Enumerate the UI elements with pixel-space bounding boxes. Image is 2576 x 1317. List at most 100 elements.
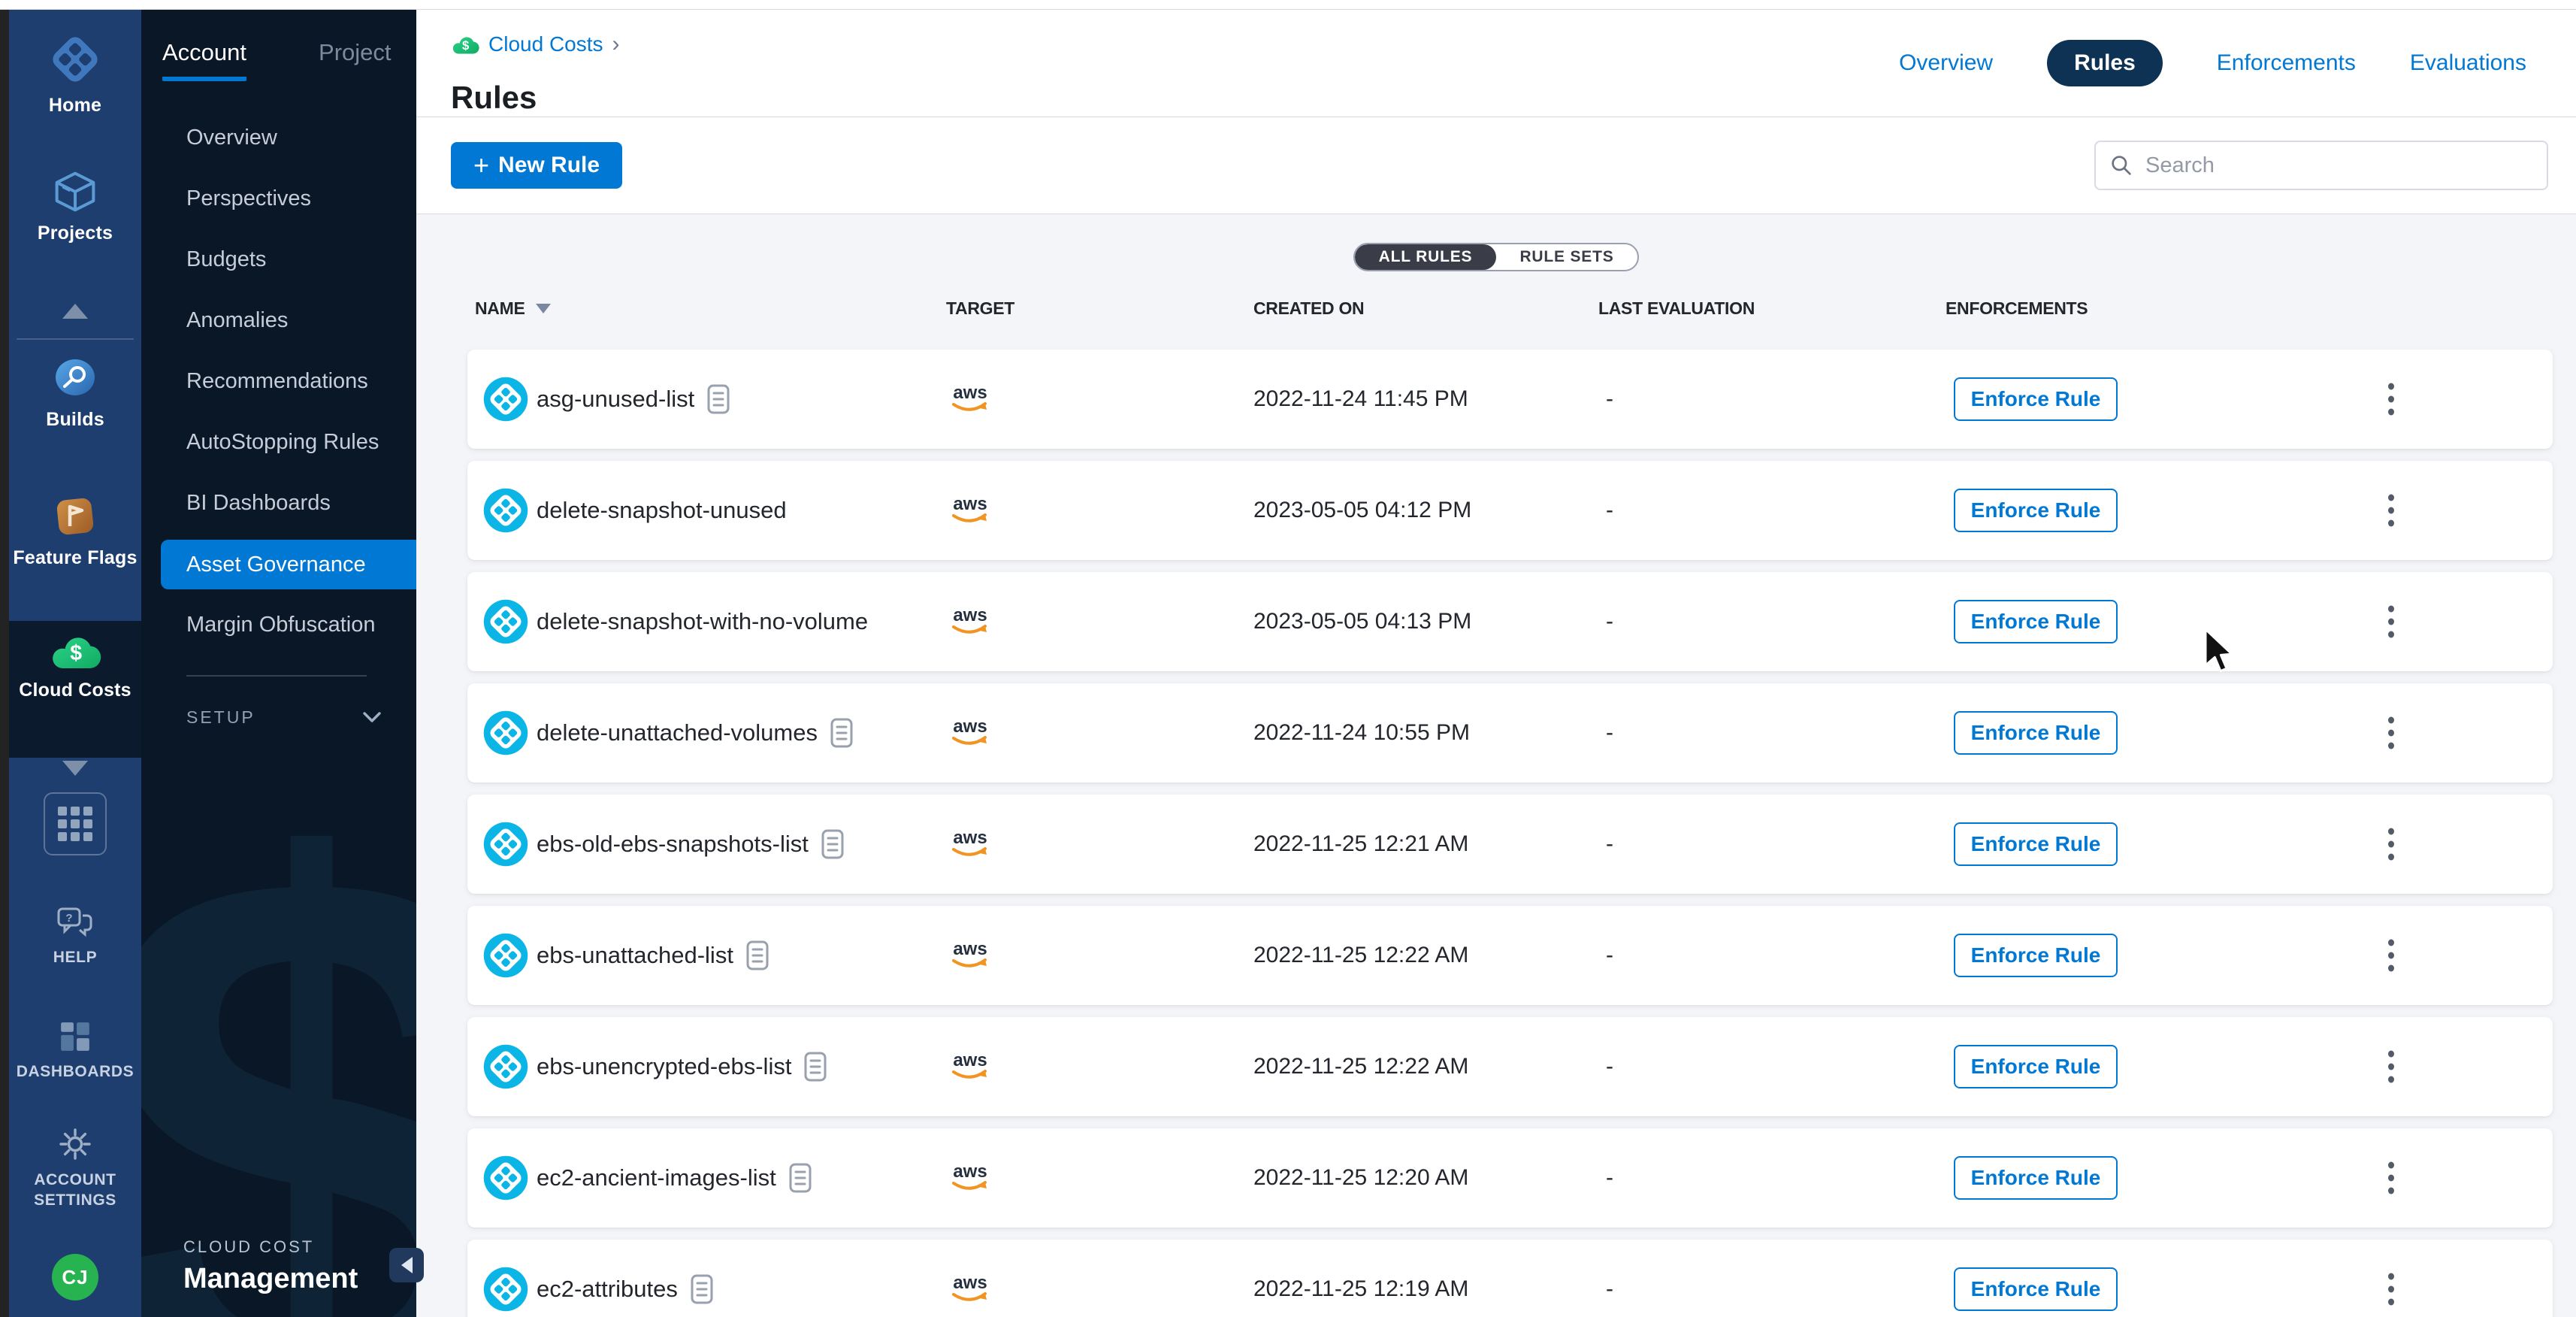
- rule-name[interactable]: ebs-old-ebs-snapshots-list: [537, 831, 809, 858]
- rule-name[interactable]: ec2-attributes: [537, 1276, 678, 1303]
- rule-icon: [482, 1266, 529, 1312]
- collapse-nav-button[interactable]: [389, 1248, 424, 1282]
- row-menu-button[interactable]: [2376, 828, 2406, 861]
- rule-icon: [482, 598, 529, 645]
- enforce-rule-button[interactable]: Enforce Rule: [1954, 822, 2118, 866]
- tab-rules[interactable]: Rules: [2047, 40, 2163, 86]
- rail-scroll-down-icon[interactable]: [62, 761, 88, 776]
- aws-logo-icon: aws: [946, 938, 994, 973]
- nav-item-asset-governance[interactable]: Asset Governance: [161, 540, 416, 589]
- rule-name[interactable]: delete-snapshot-with-no-volume: [537, 608, 868, 635]
- description-icon[interactable]: [706, 383, 730, 415]
- row-menu-button[interactable]: [2376, 940, 2406, 972]
- sidebar-item-builds[interactable]: Builds: [9, 353, 141, 431]
- row-menu-button[interactable]: [2376, 495, 2406, 527]
- row-menu-button[interactable]: [2376, 1051, 2406, 1083]
- nav-item-overview[interactable]: Overview: [141, 107, 416, 168]
- rail-scroll-up-icon[interactable]: [62, 304, 88, 319]
- rule-name[interactable]: ebs-unattached-list: [537, 942, 733, 969]
- nav-item-recommendations[interactable]: Recommendations: [141, 351, 416, 412]
- sidebar-item-account-settings[interactable]: ACCOUNT SETTINGS: [9, 1126, 141, 1211]
- rule-row[interactable]: asg-unused-list aws 2022-11-24: [467, 350, 2553, 449]
- nav-item-budgets[interactable]: Budgets: [141, 229, 416, 290]
- rule-row[interactable]: delete-unattached-volumes aws 2: [467, 683, 2553, 783]
- module-picker-button[interactable]: [44, 792, 107, 855]
- tab-account[interactable]: Account: [162, 39, 246, 81]
- rule-name[interactable]: ebs-unencrypted-ebs-list: [537, 1053, 791, 1080]
- tab-enforcements[interactable]: Enforcements: [2217, 50, 2356, 76]
- chevron-left-icon: [401, 1257, 413, 1273]
- last-evaluation-value: -: [1606, 1276, 1613, 1302]
- description-icon[interactable]: [803, 1051, 827, 1082]
- enforce-rule-button[interactable]: Enforce Rule: [1954, 1156, 2118, 1200]
- svg-text:?: ?: [65, 912, 72, 925]
- enforce-rule-button[interactable]: Enforce Rule: [1954, 377, 2118, 421]
- description-icon[interactable]: [788, 1162, 812, 1194]
- enforce-rule-button[interactable]: Enforce Rule: [1954, 600, 2118, 643]
- toggle-all-rules[interactable]: ALL RULES: [1355, 244, 1496, 270]
- rule-row[interactable]: ec2-ancient-images-list aws 202: [467, 1128, 2553, 1228]
- nav-item-bi-dashboards[interactable]: BI Dashboards: [141, 473, 416, 534]
- page-tabs: Overview Rules Enforcements Evaluations: [1899, 9, 2526, 117]
- svg-text:$: $: [70, 641, 82, 665]
- enforce-rule-button[interactable]: Enforce Rule: [1954, 1045, 2118, 1088]
- svg-text:aws: aws: [953, 939, 987, 959]
- enforce-rule-button[interactable]: Enforce Rule: [1954, 1267, 2118, 1311]
- breadcrumb-link[interactable]: Cloud Costs: [488, 32, 603, 56]
- rule-row[interactable]: ebs-unencrypted-ebs-list aws 20: [467, 1017, 2553, 1116]
- row-menu-button[interactable]: [2376, 606, 2406, 638]
- description-icon[interactable]: [821, 828, 845, 860]
- new-rule-button[interactable]: + New Rule: [451, 142, 622, 189]
- description-icon[interactable]: [690, 1273, 714, 1305]
- rule-row[interactable]: delete-snapshot-with-no-volume aws: [467, 572, 2553, 671]
- description-icon[interactable]: [830, 717, 854, 749]
- user-avatar[interactable]: CJ: [52, 1254, 98, 1300]
- rule-name[interactable]: delete-unattached-volumes: [537, 719, 818, 746]
- sidebar-item-feature-flags[interactable]: Feature Flags: [9, 493, 141, 569]
- enforce-rule-button[interactable]: Enforce Rule: [1954, 934, 2118, 977]
- sidebar-item-dashboards[interactable]: DASHBOARDS: [9, 1019, 141, 1082]
- rule-name[interactable]: delete-snapshot-unused: [537, 497, 787, 524]
- nav-item-autostopping-rules[interactable]: AutoStopping Rules: [141, 412, 416, 473]
- tab-evaluations[interactable]: Evaluations: [2410, 50, 2526, 76]
- rule-name[interactable]: asg-unused-list: [537, 386, 694, 413]
- sidebar-item-help[interactable]: ? HELP: [9, 905, 141, 967]
- rule-row[interactable]: delete-snapshot-unused aws 2023: [467, 461, 2553, 560]
- module-footer: CLOUD COST Management: [183, 1237, 358, 1295]
- tab-project[interactable]: Project: [319, 39, 391, 81]
- sidebar-item-home[interactable]: Home: [9, 32, 141, 117]
- row-menu-button[interactable]: [2376, 383, 2406, 416]
- created-on-value: 2022-11-25 12:21 AM: [1253, 831, 1468, 857]
- column-name[interactable]: NAME: [475, 298, 551, 319]
- rule-name-cell: asg-unused-list: [537, 383, 730, 415]
- row-menu-button[interactable]: [2376, 1273, 2406, 1306]
- rule-row[interactable]: ebs-old-ebs-snapshots-list aws: [467, 795, 2553, 894]
- rule-row[interactable]: ebs-unattached-list aws 2022-11: [467, 906, 2553, 1005]
- search-input[interactable]: [2144, 153, 2533, 179]
- cloud-costs-nav-panel: $ Account Project OverviewPerspectivesBu…: [141, 9, 416, 1317]
- row-menu-button[interactable]: [2376, 717, 2406, 749]
- rule-name[interactable]: ec2-ancient-images-list: [537, 1164, 776, 1191]
- enforce-rule-button[interactable]: Enforce Rule: [1954, 711, 2118, 755]
- setup-section-toggle[interactable]: SETUP: [186, 699, 382, 735]
- svg-text:aws: aws: [953, 1050, 987, 1070]
- nav-item-margin-obfuscation[interactable]: Margin Obfuscation: [141, 595, 416, 655]
- created-on-value: 2022-11-25 12:20 AM: [1253, 1165, 1468, 1191]
- scope-tabs: Account Project: [162, 39, 392, 81]
- feature-flags-icon: [52, 493, 98, 540]
- nav-item-anomalies[interactable]: Anomalies: [141, 290, 416, 351]
- sidebar-item-cloud-costs[interactable]: $ Cloud Costs: [9, 630, 141, 701]
- description-icon[interactable]: [745, 940, 769, 971]
- sidebar-item-projects[interactable]: Projects: [9, 168, 141, 244]
- rule-row[interactable]: ec2-attributes aws 2022-11-25 1: [467, 1240, 2553, 1317]
- svg-text:$: $: [462, 38, 469, 53]
- row-menu-button[interactable]: [2376, 1162, 2406, 1194]
- svg-text:aws: aws: [953, 383, 987, 403]
- tab-overview[interactable]: Overview: [1899, 50, 1993, 76]
- enforce-rule-button[interactable]: Enforce Rule: [1954, 489, 2118, 532]
- last-evaluation-value: -: [1606, 943, 1613, 968]
- nav-item-perspectives[interactable]: Perspectives: [141, 168, 416, 229]
- aws-logo-icon: aws: [946, 604, 994, 639]
- toggle-rule-sets[interactable]: RULE SETS: [1496, 244, 1637, 270]
- harness-logo-icon: [47, 32, 103, 87]
